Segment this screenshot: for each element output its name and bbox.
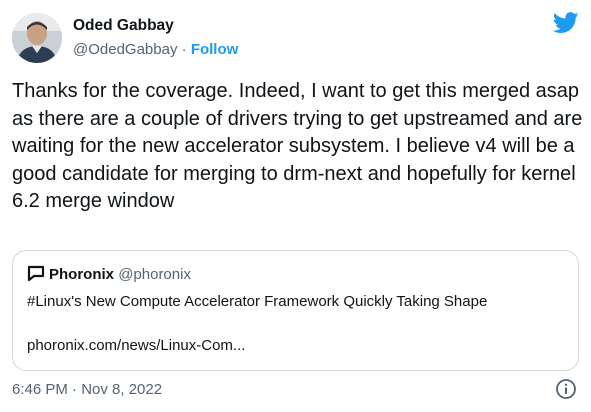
quoted-author-name: Phoronix (49, 266, 115, 283)
handle-row: @OdedGabbay · Follow (73, 41, 238, 58)
tweet-header: Oded Gabbay @OdedGabbay · Follow (12, 12, 579, 64)
quoted-tweet-link[interactable]: phoronix.com/news/Linux-Com... (27, 337, 245, 354)
phoronix-speech-icon (27, 265, 45, 282)
quoted-tweet-text: #Linux's New Compute Accelerator Framewo… (27, 293, 488, 310)
quoted-tweet[interactable]: Phoronix @phoronix #Linux's New Compute … (12, 250, 579, 371)
separator-dot: · (181, 41, 187, 58)
avatar-image (12, 13, 62, 63)
author-handle[interactable]: @OdedGabbay (73, 41, 177, 58)
tweet-timestamp[interactable]: 6:46 PM · Nov 8, 2022 (12, 381, 162, 398)
tweet-card: Oded Gabbay @OdedGabbay · Follow Thanks … (0, 0, 591, 412)
twitter-bird-icon[interactable] (553, 12, 579, 34)
author-name[interactable]: Oded Gabbay (73, 17, 174, 35)
info-icon[interactable] (555, 378, 577, 400)
follow-button[interactable]: Follow (191, 41, 239, 58)
quoted-author-handle: @phoronix (118, 266, 191, 283)
quoted-author: Phoronix @phoronix (27, 265, 191, 283)
tweet-text: Thanks for the coverage. Indeed, I want … (12, 80, 583, 212)
avatar[interactable] (12, 13, 62, 63)
